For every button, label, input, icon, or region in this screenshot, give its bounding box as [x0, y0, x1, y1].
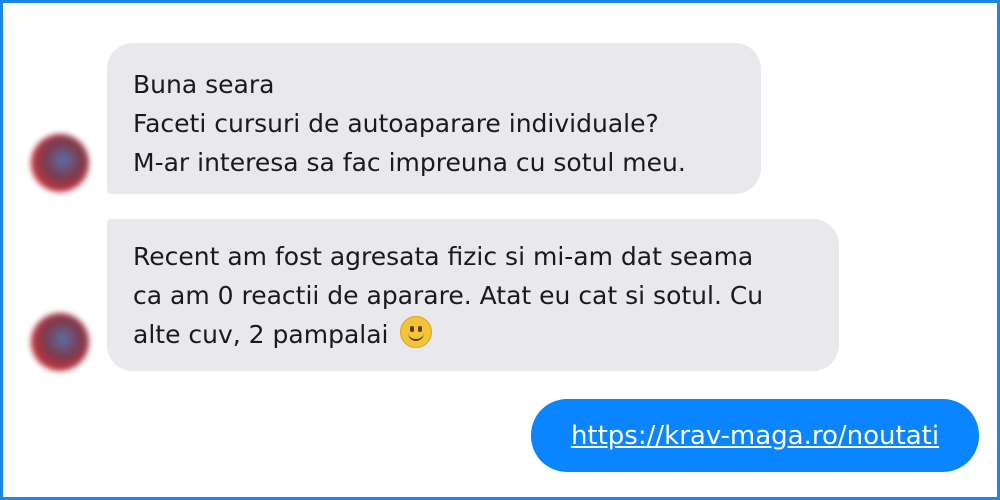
outgoing-message-bubble[interactable]: https://krav-maga.ro/noutati — [531, 399, 979, 472]
message-line: alte cuv, 2 pampalai — [133, 315, 813, 354]
incoming-message-bubble[interactable]: Buna seara Faceti cursuri de autoaparare… — [107, 43, 761, 194]
chat-frame: Buna seara Faceti cursuri de autoaparare… — [0, 0, 1000, 500]
message-link[interactable]: https://krav-maga.ro/noutati — [571, 421, 939, 451]
avatar[interactable] — [31, 134, 89, 192]
message-line: Faceti cursuri de autoaparare individual… — [133, 109, 659, 138]
incoming-message-bubble[interactable]: Recent am fost agresata fizic si mi-am d… — [107, 219, 839, 371]
message-text: alte cuv, 2 pampalai — [133, 320, 389, 349]
slightly-smiling-face-icon — [400, 316, 433, 348]
message-line: ca am 0 reactii de aparare. Atat eu cat … — [133, 281, 764, 310]
message-line: Buna seara — [133, 70, 275, 99]
message-line: Recent am fost agresata fizic si mi-am d… — [133, 242, 754, 271]
avatar[interactable] — [31, 313, 89, 371]
message-line: M-ar interesa sa fac impreuna cu sotul m… — [133, 148, 686, 177]
